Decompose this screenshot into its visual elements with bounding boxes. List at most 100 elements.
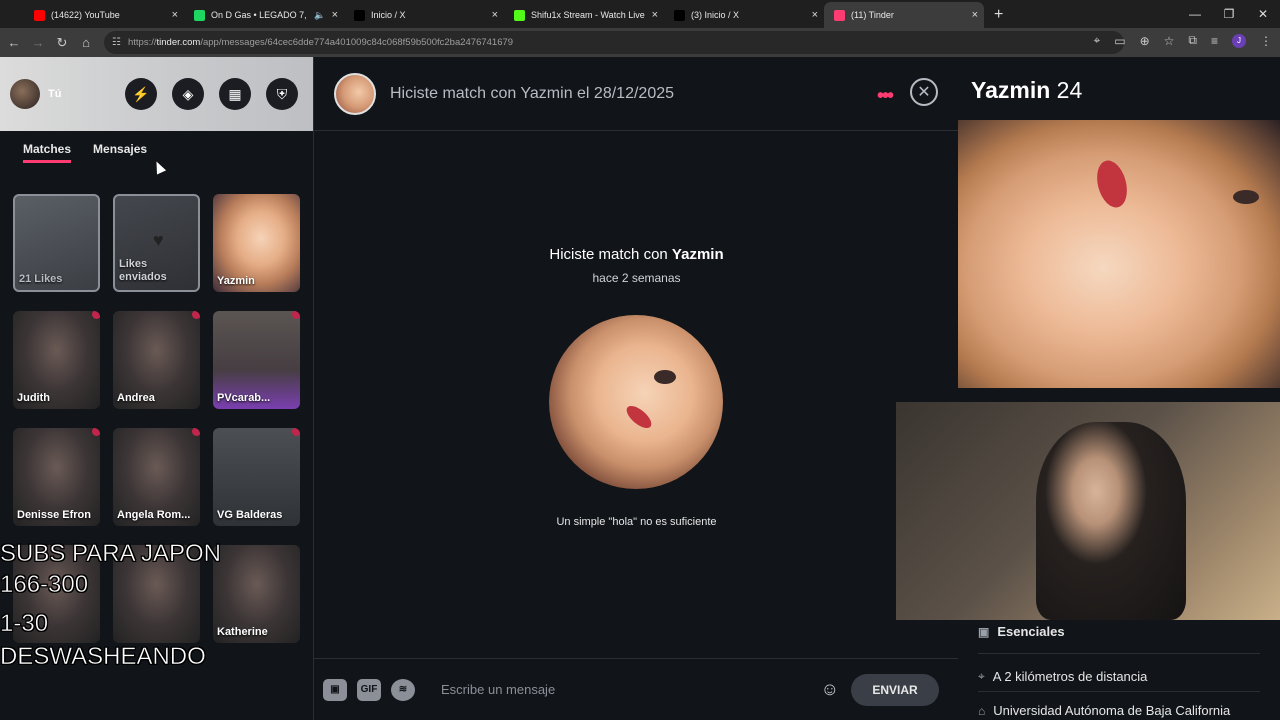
chat-header: Hiciste match con Yazmin el 28/12/2025 •… — [314, 57, 958, 131]
close-tab-icon[interactable]: × — [812, 9, 818, 21]
header-actions: ⚡ ◈ ▦ ⛨ — [125, 78, 298, 110]
sticker-icon[interactable]: ▣ — [323, 678, 347, 701]
my-profile-label[interactable]: Tú — [48, 88, 61, 100]
new-match-dot — [192, 428, 200, 436]
close-tab-icon[interactable]: × — [172, 9, 178, 21]
new-tab-button[interactable]: + — [984, 6, 1013, 28]
match-card[interactable]: Denisse Efron — [13, 428, 100, 526]
browser-tab[interactable]: Shifu1x Stream - Watch Live on × — [504, 2, 664, 28]
match-card[interactable]: Andrea — [113, 311, 200, 409]
send-button[interactable]: ENVIAR — [851, 673, 939, 706]
overlay-line-1: SUBS PARA JAPON — [0, 540, 221, 567]
zoom-icon[interactable]: ⊕ — [1140, 34, 1150, 48]
site-info-icon[interactable]: ☷ — [112, 37, 121, 48]
browser-tab[interactable]: On D Gas • LEGADO 7, Kan 🔈 × — [184, 2, 344, 28]
tab-messages[interactable]: Mensajes — [93, 142, 147, 163]
divider — [978, 653, 1260, 654]
window-controls: — ❐ ✕ — [1178, 0, 1280, 28]
profile-age: 24 — [1056, 77, 1083, 103]
minimize-icon[interactable]: — — [1178, 7, 1212, 21]
back-icon[interactable]: ← — [2, 35, 26, 50]
browser-tab[interactable]: (14622) YouTube × — [24, 2, 184, 28]
new-match-dot — [92, 311, 100, 319]
match-card[interactable]: Judith — [13, 311, 100, 409]
tab-title: (3) Inicio / X — [691, 10, 740, 20]
browser-tab[interactable]: Inicio / X × — [344, 2, 504, 28]
my-avatar[interactable] — [10, 79, 40, 109]
toolbar-icons: ⌖ ▭ ⊕ ☆ ⧉ ≡ J ⋮ — [1093, 33, 1272, 48]
match-prefix: Hiciste match con — [549, 246, 672, 263]
extensions-icon[interactable]: ⧉ — [1188, 33, 1197, 48]
bookmark-star-icon[interactable]: ☆ — [1164, 34, 1175, 48]
match-card[interactable]: Angela Rom... — [113, 428, 200, 526]
match-avatar-small[interactable] — [334, 72, 376, 115]
profile-avatar[interactable]: J — [1232, 33, 1246, 48]
close-tab-icon[interactable]: × — [652, 9, 658, 21]
forward-icon[interactable]: → — [26, 35, 50, 50]
message-composer: ▣ GIF ≋ ☺ ENVIAR — [314, 658, 959, 720]
tab-title: Shifu1x Stream - Watch Live on — [531, 10, 646, 20]
tab-title: (11) Tinder — [851, 10, 894, 20]
briefcase-icon[interactable]: ▦ — [219, 78, 251, 110]
match-card[interactable]: Katherine — [213, 545, 300, 643]
home-icon[interactable]: ⌂ — [74, 35, 98, 50]
url-prefix: https:// — [128, 37, 157, 48]
profile-name-age: Yazmin 24 — [971, 77, 1082, 104]
explore-icon[interactable]: ◈ — [172, 78, 204, 110]
tab-title: On D Gas • LEGADO 7, Kan — [211, 10, 308, 20]
tinder-icon — [834, 9, 845, 21]
profile-info-distance: ⌖ A 2 kilómetros de distancia — [978, 669, 1147, 684]
tab-title: (14622) YouTube — [51, 10, 120, 20]
profile-panel: Yazmin 24 ▣ Esenciales ⌖ A 2 kilómetros de… — [958, 57, 1280, 720]
match-card[interactable]: Yazmin — [213, 194, 300, 292]
match-time: hace 2 semanas — [592, 271, 681, 285]
match-card[interactable]: ♥ Likes enviados — [113, 194, 200, 292]
cast-icon[interactable]: ▭ — [1114, 34, 1125, 48]
new-match-dot — [292, 311, 300, 319]
kick-icon — [514, 9, 525, 21]
match-card-name: Katherine — [217, 626, 268, 638]
match-card[interactable]: 21 Likes — [13, 194, 100, 292]
browser-tab[interactable]: (11) Tinder × — [824, 2, 984, 28]
close-window-icon[interactable]: ✕ — [1246, 7, 1280, 21]
close-chat-icon[interactable]: ✕ — [910, 78, 938, 106]
match-card[interactable]: PVcarab... — [213, 311, 300, 409]
overlay-line-2: 166-300 — [0, 571, 89, 598]
reload-icon[interactable]: ↻ — [50, 35, 74, 51]
emoji-icon[interactable]: ☺ — [821, 679, 839, 700]
close-tab-icon[interactable]: × — [972, 9, 978, 21]
match-card-name: Judith — [17, 392, 50, 404]
sidebar-header: Tú ⚡ ◈ ▦ ⛨ — [0, 57, 313, 131]
match-card-name: Andrea — [117, 392, 155, 404]
close-tab-icon[interactable]: × — [332, 9, 338, 21]
shield-icon[interactable]: ⛨ — [266, 78, 298, 110]
bookmark-icon: ▣ — [978, 624, 990, 639]
url-field[interactable]: ☷ https://tinder.com/app/messages/64cec6… — [104, 31, 1124, 54]
address-bar-row: ← → ↻ ⌂ ☷ https://tinder.com/app/message… — [0, 28, 1280, 57]
gif-button[interactable]: GIF — [357, 678, 381, 701]
restore-icon[interactable]: ❐ — [1212, 7, 1246, 21]
spotify-icon[interactable]: ≋ — [391, 678, 415, 701]
profile-name: Yazmin — [971, 77, 1051, 103]
avatar-detail — [654, 370, 676, 384]
conversation-hint: Un simple "hola" no es suficiente — [556, 516, 717, 528]
profile-photo[interactable] — [958, 120, 1280, 388]
boost-icon[interactable]: ⚡ — [125, 78, 157, 110]
match-card-name: Denisse Efron — [17, 509, 91, 521]
close-tab-icon[interactable]: × — [492, 9, 498, 21]
match-card[interactable]: VG Balderas — [213, 428, 300, 526]
match-avatar-large[interactable] — [549, 315, 723, 489]
message-input[interactable] — [441, 682, 821, 697]
match-headline: Hiciste match con Yazmin — [314, 246, 959, 263]
match-card-name: Yazmin — [217, 275, 255, 287]
audio-icon[interactable]: 🔈 — [314, 10, 325, 21]
tab-matches[interactable]: Matches — [23, 142, 72, 163]
more-options-icon[interactable]: ••• — [877, 85, 894, 108]
new-match-dot — [192, 311, 200, 319]
profile-info-essentials: ▣ Esenciales — [978, 624, 1065, 639]
browser-tab[interactable]: (3) Inicio / X × — [664, 2, 824, 28]
info-text: Universidad Autónoma de Baja California — [993, 703, 1231, 718]
menu-icon[interactable]: ⋮ — [1260, 34, 1272, 48]
location-pin-icon[interactable]: ⌖ — [1093, 33, 1100, 48]
media-icon[interactable]: ≡ — [1211, 34, 1218, 48]
